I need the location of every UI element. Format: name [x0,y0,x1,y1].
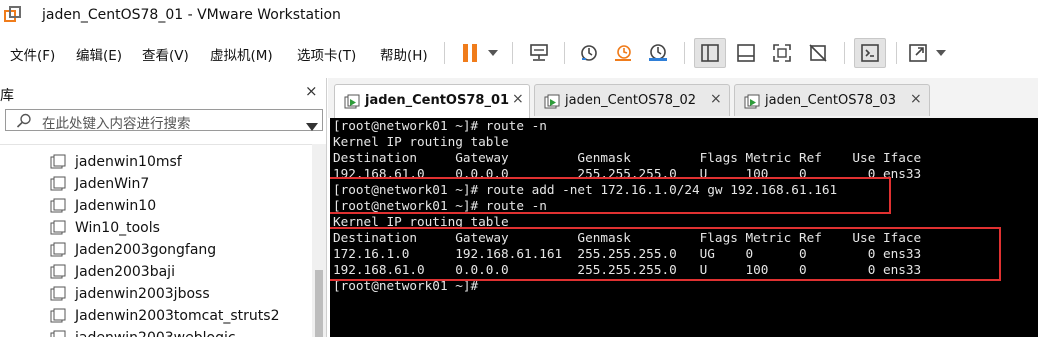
tab-label: jaden_CentOS78_01 [365,93,510,108]
snapshot-revert-icon [615,45,631,61]
tab-label: jaden_CentOS78_03 [765,93,897,108]
vm-icon [50,220,66,235]
toolbar-separator [896,42,897,64]
send-ctrl-alt-del-button[interactable] [524,38,554,68]
take-snapshot-button[interactable] [574,38,604,68]
vm-icon [50,264,66,279]
menu-bar: 文件(F) 编辑(E) 查看(V) 虚拟机(M) 选项卡(T) 帮助(H) [0,32,1038,74]
tab-label: jaden_CentOS78_02 [565,93,697,108]
snapshot-manager-icon [649,44,667,61]
vmware-logo-icon [4,6,22,24]
library-view-button[interactable] [694,38,726,68]
vm-item[interactable]: Jaden2003baji [50,261,175,283]
window-title: jaden_CentOS78_01 - VMware Workstation [42,7,341,23]
pause-icon [463,44,477,62]
search-dropdown-icon[interactable] [306,116,318,135]
vm-item-label: jadenwin10msf [75,154,182,170]
tab-jaden-centos78-02[interactable]: jaden_CentOS78_02 × [534,84,730,116]
vm-item[interactable]: jadenwin2003jboss [50,283,210,305]
vm-item[interactable]: JadenWin7 [50,173,149,195]
revert-snapshot-button[interactable] [608,38,638,68]
title-bar: jaden_CentOS78_01 - VMware Workstation [0,0,1038,32]
send-ctrl-alt-del-icon [530,44,548,61]
highlight-box-routing-table [330,227,1001,281]
fullscreen-icon [773,44,791,62]
vm-running-icon [344,94,360,114]
vm-item-label: Win10_tools [75,220,160,236]
menu-vm[interactable]: 虚拟机(M) [210,44,273,64]
dropdown-icon [936,50,946,56]
dropdown-icon [488,50,498,56]
vm-icon [50,286,66,301]
search-icon [16,113,32,133]
library-close-icon[interactable]: × [305,82,318,100]
vm-tab-bar: jaden_CentOS78_01 × jaden_CentOS78_02 × … [328,78,1038,118]
scrollbar-thumb[interactable] [315,270,323,337]
terminal-line: Kernel IP routing table [333,134,509,149]
menu-help[interactable]: 帮助(H) [380,44,428,64]
toolbar-separator [684,42,685,64]
vm-icon [50,330,66,337]
console-view-button[interactable] [854,38,886,68]
vm-item[interactable]: Jaden2003gongfang [50,239,216,261]
vm-item-label: Jadenwin10 [75,198,157,214]
vm-icon [50,308,66,323]
library-scrollbar[interactable] [312,144,326,337]
terminal-line: [root@network01 ~]# route -n [333,118,547,133]
vm-console[interactable]: [root@network01 ~]# route -n Kernel IP r… [330,118,1038,337]
menu-edit[interactable]: 编辑(E) [76,44,122,64]
vm-item-label: JadenWin7 [75,176,150,192]
pause-button[interactable] [456,38,484,68]
vm-item[interactable]: Jadenwin10 [50,195,156,217]
unity-button[interactable] [802,38,834,68]
menu-view[interactable]: 查看(V) [142,44,189,64]
vm-running-icon [544,94,560,114]
highlight-box-route-add [330,177,891,214]
vm-item[interactable]: Jadenwin2003tomcat_struts2 [50,305,279,327]
tab-close-icon[interactable]: × [710,91,722,107]
tab-jaden-centos78-01[interactable]: jaden_CentOS78_01 × [334,84,530,118]
vm-icon [50,154,66,169]
menu-tabs[interactable]: 选项卡(T) [297,44,356,64]
vm-icon [50,176,66,191]
toolbar-separator [844,42,845,64]
library-title: 库 [0,88,14,104]
vm-item-label: jadenwin2003jboss [75,286,210,302]
vm-icon [50,242,66,257]
console-view-icon [861,44,879,62]
tab-close-icon[interactable]: × [910,91,922,107]
terminal-line: Destination Gateway Genmask Flags Metric… [333,150,922,165]
snapshot-manager-button[interactable] [642,38,674,68]
vm-item-label: Jaden2003gongfang [75,242,217,258]
toolbar-separator [564,42,565,64]
library-panel: 库 × 在此处键入内容进行搜索 jadenwin10msf JadenWin7 … [0,78,327,337]
snapshot-take-icon [581,45,597,61]
toolbar-separator [444,42,445,64]
tab-close-icon[interactable]: × [512,91,524,107]
vm-icon [50,198,66,213]
vm-tree: jadenwin10msf JadenWin7 Jadenwin10 Win10… [0,144,312,337]
menu-file[interactable]: 文件(F) [10,44,55,64]
thumbnail-bar-button[interactable] [730,38,762,68]
unity-off-icon [809,44,827,62]
fullscreen-button[interactable] [766,38,798,68]
library-search-placeholder: 在此处键入内容进行搜索 [42,116,191,132]
tab-jaden-centos78-03[interactable]: jaden_CentOS78_03 × [734,84,930,116]
stretch-dropdown-button[interactable] [932,38,950,68]
toolbar-separator [512,42,513,64]
library-view-icon [701,44,719,62]
vm-running-icon [744,94,760,114]
vm-item-label: jadenwin2003weblogic [75,330,236,337]
single-window-icon [737,44,755,62]
vm-item[interactable]: Win10_tools [50,217,160,239]
power-dropdown-button[interactable] [484,38,502,68]
vm-item[interactable]: jadenwin2003weblogic [50,327,236,337]
vm-item-label: Jaden2003baji [75,264,175,280]
vm-item-label: Jadenwin2003tomcat_struts2 [75,308,280,324]
stretch-button[interactable] [904,38,932,68]
vm-item[interactable]: jadenwin10msf [50,151,182,173]
library-search-field[interactable]: 在此处键入内容进行搜索 [5,109,323,133]
stretch-icon [909,44,927,62]
